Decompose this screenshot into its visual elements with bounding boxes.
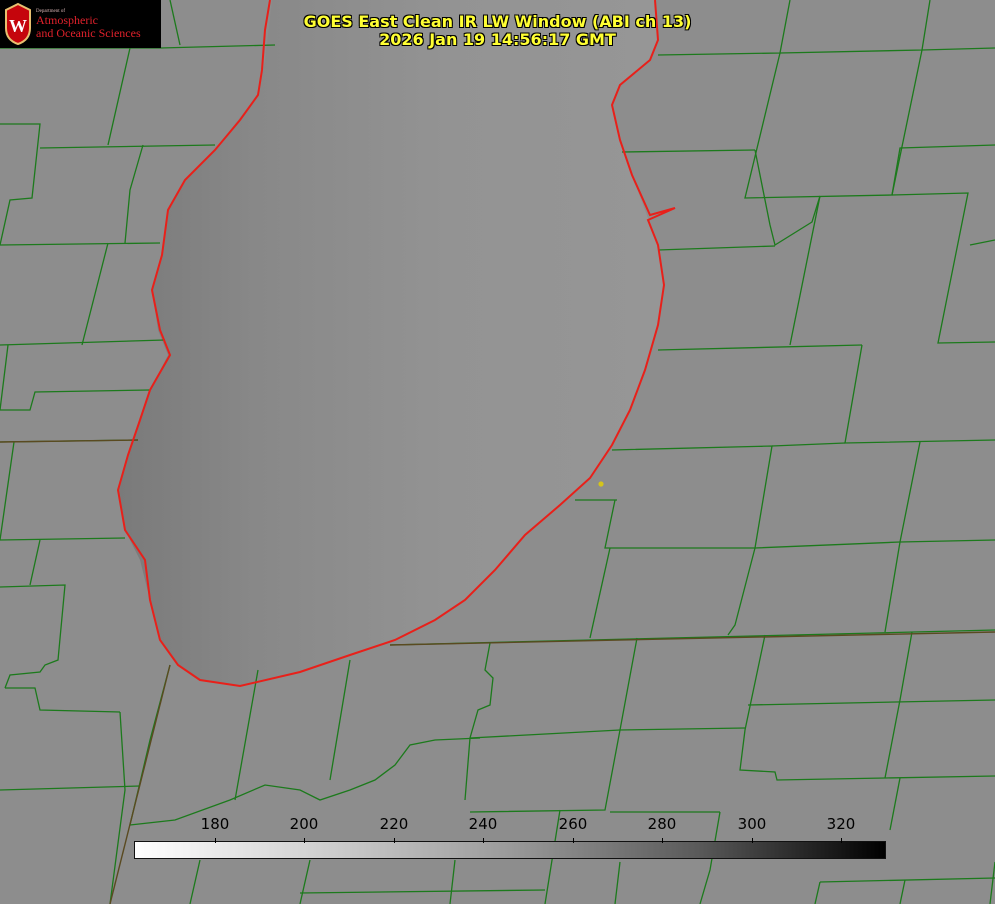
station-marker: [598, 481, 604, 487]
colorbar-tick-320: 320: [826, 815, 856, 833]
colorbar-tick-260: 260: [558, 815, 588, 833]
tick-mark: [841, 838, 842, 843]
crest-letter: W: [9, 16, 27, 36]
logo-line-2: and Oceanic Sciences: [36, 25, 141, 40]
colorbar-tick-240: 240: [468, 815, 498, 833]
uw-crest-icon: W: [5, 2, 31, 46]
tick-mark: [662, 838, 663, 843]
satellite-map: [0, 0, 995, 904]
tick-mark: [573, 838, 574, 843]
tick-mark: [752, 838, 753, 843]
colorbar-tick-180: 180: [200, 815, 230, 833]
uw-aos-logo: W Department of Atmospheric and Oceanic …: [0, 0, 161, 48]
tick-mark: [483, 838, 484, 843]
tick-mark: [394, 838, 395, 843]
temperature-colorbar: [134, 841, 886, 859]
tick-mark: [304, 838, 305, 843]
colorbar-tick-200: 200: [289, 815, 319, 833]
logo-wordmark: Department of Atmospheric and Oceanic Sc…: [36, 9, 141, 39]
logo-line-1: Atmospheric: [36, 13, 98, 28]
colorbar-tick-300: 300: [737, 815, 767, 833]
tick-mark: [215, 838, 216, 843]
satellite-image-viewer: W Department of Atmospheric and Oceanic …: [0, 0, 995, 904]
colorbar-tick-220: 220: [379, 815, 409, 833]
colorbar-tick-280: 280: [647, 815, 677, 833]
